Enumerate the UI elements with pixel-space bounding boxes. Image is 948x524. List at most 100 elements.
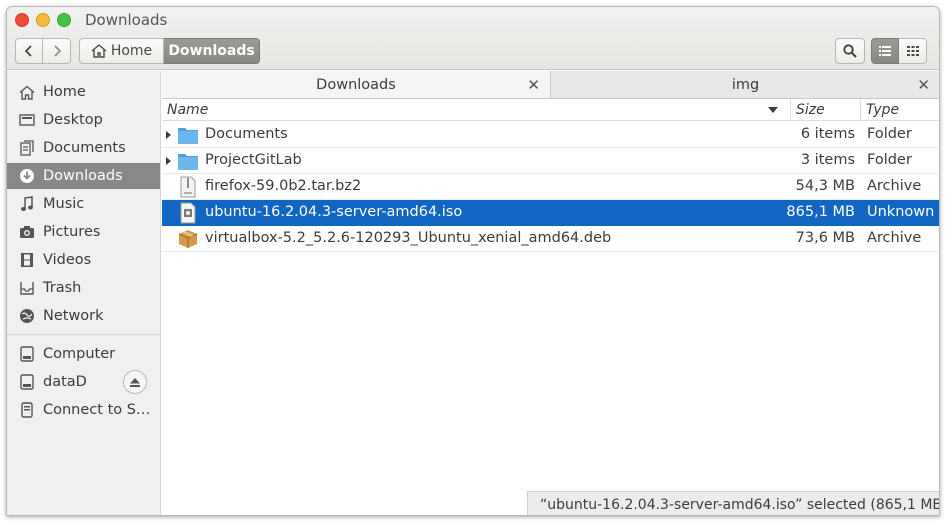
folder-icon [178, 154, 198, 170]
breadcrumb-downloads-button[interactable]: Downloads [164, 38, 260, 64]
expand-arrow-icon[interactable] [166, 157, 171, 165]
sidebar-item-downloads[interactable]: Downloads [7, 163, 160, 189]
file-size: 54,3 MB [795, 178, 855, 194]
drive-icon [19, 374, 35, 390]
sidebar-item-pictures[interactable]: Pictures [7, 219, 160, 245]
file-size: 865,1 MB [786, 204, 855, 220]
forward-button[interactable] [43, 38, 71, 64]
file-row[interactable]: virtualbox-5.2_5.2.6-120293_Ubuntu_xenia… [162, 226, 939, 252]
file-name: Documents [205, 126, 288, 142]
file-type: Folder [867, 152, 912, 168]
sidebar-item-desktop[interactable]: Desktop [7, 107, 160, 133]
package-icon [178, 230, 198, 248]
file-row[interactable]: firefox-59.0b2.tar.bz2 54,3 MB Archive [162, 174, 939, 200]
file-manager-window: Downloads Home Downloads Home Desktop Do… [6, 6, 940, 516]
sidebar-item-label: dataD [43, 374, 87, 390]
tab-img[interactable]: img ✕ [551, 71, 939, 99]
grid-view-button[interactable] [899, 38, 927, 64]
file-list: Name Size Type Documents 6 items Folder … [162, 99, 939, 515]
sidebar-item-computer[interactable]: Computer [7, 341, 160, 367]
column-header-size-label: Size [796, 102, 825, 118]
view-switcher [871, 38, 927, 64]
trash-icon [19, 280, 35, 296]
file-row-selected[interactable]: ubuntu-16.2.04.3-server-amd64.iso 865,1 … [162, 200, 939, 226]
sidebar-item-documents[interactable]: Documents [7, 135, 160, 161]
file-type: Unknown [867, 204, 935, 220]
file-type: Archive [867, 230, 922, 246]
history-nav [15, 38, 71, 64]
sidebar-item-videos[interactable]: Videos [7, 247, 160, 273]
file-name: virtualbox-5.2_5.2.6-120293_Ubuntu_xenia… [205, 230, 612, 246]
breadcrumb-downloads-label: Downloads [168, 43, 255, 59]
sidebar-item-label: Connect to S… [43, 402, 151, 418]
sidebar-item-connect-to-server[interactable]: Connect to S… [7, 397, 160, 423]
chevron-right-icon [53, 45, 61, 57]
sidebar-item-label: Videos [43, 252, 92, 268]
breadcrumb-home-button[interactable]: Home [79, 38, 164, 64]
sidebar-item-trash[interactable]: Trash [7, 275, 160, 301]
sidebar-item-label: Pictures [43, 224, 101, 240]
close-window-button[interactable] [15, 13, 29, 27]
sidebar-item-label: Trash [43, 280, 82, 296]
search-icon [843, 44, 857, 58]
grid-view-icon [906, 46, 919, 56]
eject-datad-button[interactable] [123, 370, 147, 394]
file-name: ProjectGitLab [205, 152, 302, 168]
breadcrumb: Home Downloads [79, 38, 260, 64]
sidebar-item-label: Network [43, 308, 104, 324]
file-size: 73,6 MB [795, 230, 855, 246]
file-size: 3 items [800, 152, 855, 168]
list-header: Name Size Type [162, 99, 939, 121]
status-bar: “ubuntu-16.2.04.3-server-amd64.iso” sele… [527, 491, 940, 515]
sort-descending-icon [768, 107, 778, 113]
tab-label: img [731, 76, 760, 93]
file-row[interactable]: Documents 6 items Folder [162, 122, 939, 148]
chevron-left-icon [24, 45, 32, 57]
documents-icon [19, 140, 35, 156]
drive-icon [19, 346, 35, 362]
file-name: firefox-59.0b2.tar.bz2 [205, 178, 362, 194]
tab-label: Downloads [316, 76, 396, 93]
sidebar-item-network[interactable]: Network [7, 303, 160, 329]
desktop-icon [19, 112, 35, 128]
file-row[interactable]: ProjectGitLab 3 items Folder [162, 148, 939, 174]
sidebar-separator [7, 334, 160, 335]
home-icon [19, 84, 35, 100]
tab-downloads[interactable]: Downloads ✕ [162, 71, 551, 99]
server-icon [19, 402, 35, 418]
expand-arrow-icon[interactable] [166, 131, 171, 139]
search-button[interactable] [835, 38, 865, 64]
network-icon [19, 308, 35, 324]
sidebar-item-label: Documents [43, 140, 126, 156]
sidebar-item-label: Music [43, 196, 85, 212]
camera-icon [19, 224, 35, 240]
sidebar-item-label: Desktop [43, 112, 103, 128]
breadcrumb-home-label: Home [110, 43, 153, 59]
film-icon [19, 252, 35, 268]
status-text: “ubuntu-16.2.04.3-server-amd64.iso” sele… [540, 496, 940, 513]
column-header-size[interactable]: Size [790, 99, 860, 121]
column-header-name[interactable]: Name [167, 99, 787, 121]
back-button[interactable] [15, 38, 43, 64]
minimize-window-button[interactable] [36, 13, 50, 27]
close-tab-icon[interactable]: ✕ [917, 76, 930, 94]
sidebar-item-label: Computer [43, 346, 116, 362]
column-header-type[interactable]: Type [860, 99, 939, 121]
list-view-button[interactable] [871, 38, 899, 64]
sidebar-item-home[interactable]: Home [7, 79, 160, 105]
header-bar: Downloads Home Downloads [7, 7, 939, 70]
close-tab-icon[interactable]: ✕ [527, 76, 540, 94]
file-size: 6 items [800, 126, 855, 142]
music-icon [19, 196, 35, 212]
home-icon [91, 44, 107, 58]
file-name: ubuntu-16.2.04.3-server-amd64.iso [205, 204, 463, 220]
column-header-type-label: Type [866, 102, 900, 118]
sidebar-item-label: Home [43, 84, 86, 100]
disc-image-file-icon [180, 202, 196, 224]
sidebar-item-label: Downloads [43, 168, 123, 184]
sidebar-item-music[interactable]: Music [7, 191, 160, 217]
maximize-window-button[interactable] [57, 13, 71, 27]
tab-bar: Downloads ✕ img ✕ [162, 71, 939, 99]
sidebar: Home Desktop Documents Downloads Music P… [7, 71, 161, 515]
folder-icon [178, 128, 198, 144]
